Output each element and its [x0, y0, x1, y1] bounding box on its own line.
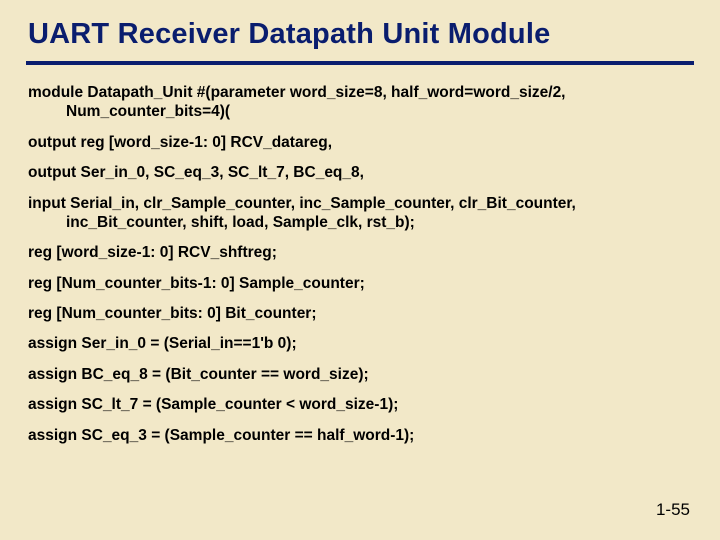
- code-line: assign SC_eq_3 = (Sample_counter == half…: [28, 426, 692, 445]
- code-line: module Datapath_Unit #(parameter word_si…: [28, 83, 692, 122]
- code-line: output reg [word_size-1: 0] RCV_datareg,: [28, 133, 692, 152]
- code-text-continuation: Num_counter_bits=4)(: [28, 102, 692, 121]
- code-line: assign SC_lt_7 = (Sample_counter < word_…: [28, 395, 692, 414]
- title-underline: [26, 61, 694, 65]
- code-line: assign Ser_in_0 = (Serial_in==1'b 0);: [28, 334, 692, 353]
- code-line: assign BC_eq_8 = (Bit_counter == word_si…: [28, 365, 692, 384]
- code-text: input Serial_in, clr_Sample_counter, inc…: [28, 194, 692, 213]
- slide-body: module Datapath_Unit #(parameter word_si…: [28, 83, 692, 445]
- code-line: reg [Num_counter_bits: 0] Bit_counter;: [28, 304, 692, 323]
- code-text-continuation: inc_Bit_counter, shift, load, Sample_clk…: [28, 213, 692, 232]
- code-line: reg [Num_counter_bits-1: 0] Sample_count…: [28, 274, 692, 293]
- slide: UART Receiver Datapath Unit Module modul…: [0, 0, 720, 540]
- code-line: input Serial_in, clr_Sample_counter, inc…: [28, 194, 692, 233]
- slide-title: UART Receiver Datapath Unit Module: [28, 18, 692, 51]
- code-text: module Datapath_Unit #(parameter word_si…: [28, 83, 692, 102]
- code-line: reg [word_size-1: 0] RCV_shftreg;: [28, 243, 692, 262]
- page-number: 1-55: [656, 500, 690, 520]
- code-line: output Ser_in_0, SC_eq_3, SC_lt_7, BC_eq…: [28, 163, 692, 182]
